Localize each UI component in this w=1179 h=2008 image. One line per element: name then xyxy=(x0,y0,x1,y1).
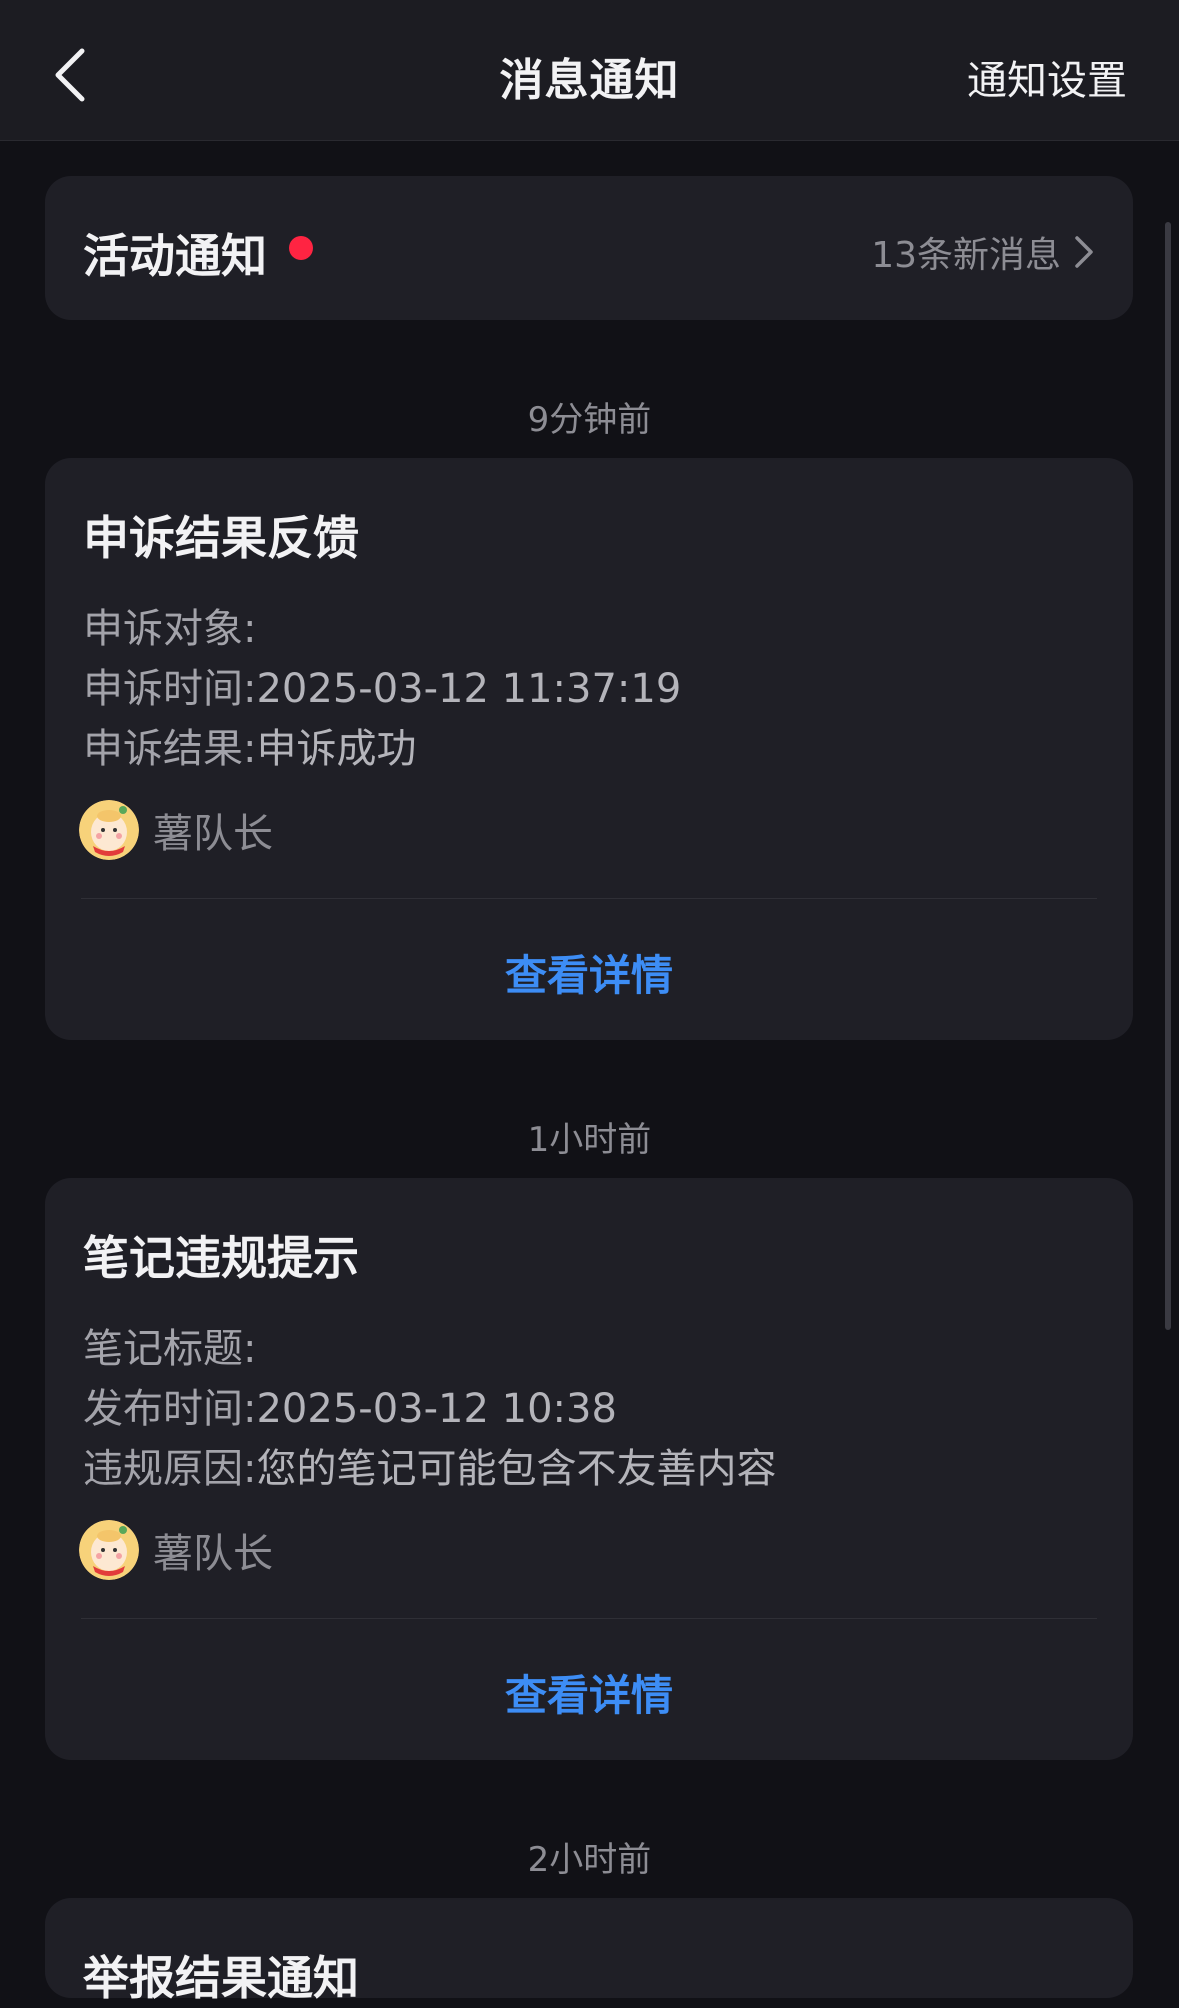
message-title: 申诉结果反馈 xyxy=(83,511,359,565)
row-label: 申诉结果: xyxy=(83,726,257,772)
row-label: 申诉对象: xyxy=(83,606,257,652)
activity-notification-card[interactable]: 活动通知 13条新消息 xyxy=(45,176,1133,320)
message-row: 笔记标题: xyxy=(83,1316,256,1374)
unread-dot xyxy=(289,236,313,260)
row-label: 申诉时间: xyxy=(83,666,257,712)
row-value: 2025-03-12 10:38 xyxy=(256,1386,617,1432)
message-title: 笔记违规提示 xyxy=(83,1231,359,1285)
scrollbar[interactable] xyxy=(1165,222,1171,1330)
notification-settings-button[interactable]: 通知设置 xyxy=(967,48,1127,106)
nav-bar: 消息通知 通知设置 xyxy=(0,0,1179,141)
sender-name: 薯队长 xyxy=(153,811,273,857)
row-label: 笔记标题: xyxy=(83,1326,257,1372)
chevron-right-icon xyxy=(1075,236,1093,268)
timestamp: 1小时前 xyxy=(527,1120,652,1160)
sender[interactable]: 薯队长 xyxy=(79,1520,273,1580)
message-card: 笔记违规提示 笔记标题: 发布时间:2025-03-12 10:38 违规原因:… xyxy=(45,1178,1133,1760)
row-value: 申诉成功 xyxy=(256,726,417,772)
message-row: 违规原因:您的笔记可能包含不友善内容 xyxy=(83,1436,776,1494)
row-value: 您的笔记可能包含不友善内容 xyxy=(256,1446,777,1492)
divider xyxy=(81,1618,1097,1619)
new-messages-link[interactable]: 13条新消息 xyxy=(871,226,1095,278)
divider xyxy=(81,898,1097,899)
view-details-button[interactable]: 查看详情 xyxy=(45,942,1133,1003)
view-details-button[interactable]: 查看详情 xyxy=(45,1662,1133,1723)
new-messages-count: 13条新消息 xyxy=(871,235,1061,276)
row-value: 2025-03-12 11:37:19 xyxy=(256,666,682,712)
message-card: 举报结果通知 xyxy=(45,1898,1133,2005)
sender-name: 薯队长 xyxy=(153,1531,273,1577)
message-card: 申诉结果反馈 申诉对象: 申诉时间:2025-03-12 11:37:19 申诉… xyxy=(45,458,1133,1040)
message-row: 申诉结果:申诉成功 xyxy=(83,716,416,774)
activity-title: 活动通知 xyxy=(83,229,267,283)
message-row: 申诉对象: xyxy=(83,596,256,654)
avatar xyxy=(79,1520,139,1580)
timestamp: 9分钟前 xyxy=(527,400,652,440)
sender[interactable]: 薯队长 xyxy=(79,800,273,860)
message-title: 举报结果通知 xyxy=(83,1951,359,2005)
row-label: 违规原因: xyxy=(83,1446,257,1492)
row-label: 发布时间: xyxy=(83,1386,257,1432)
message-row: 发布时间:2025-03-12 10:38 xyxy=(83,1376,617,1434)
timestamp: 2小时前 xyxy=(527,1840,652,1880)
avatar xyxy=(79,800,139,860)
message-row: 申诉时间:2025-03-12 11:37:19 xyxy=(83,656,681,714)
